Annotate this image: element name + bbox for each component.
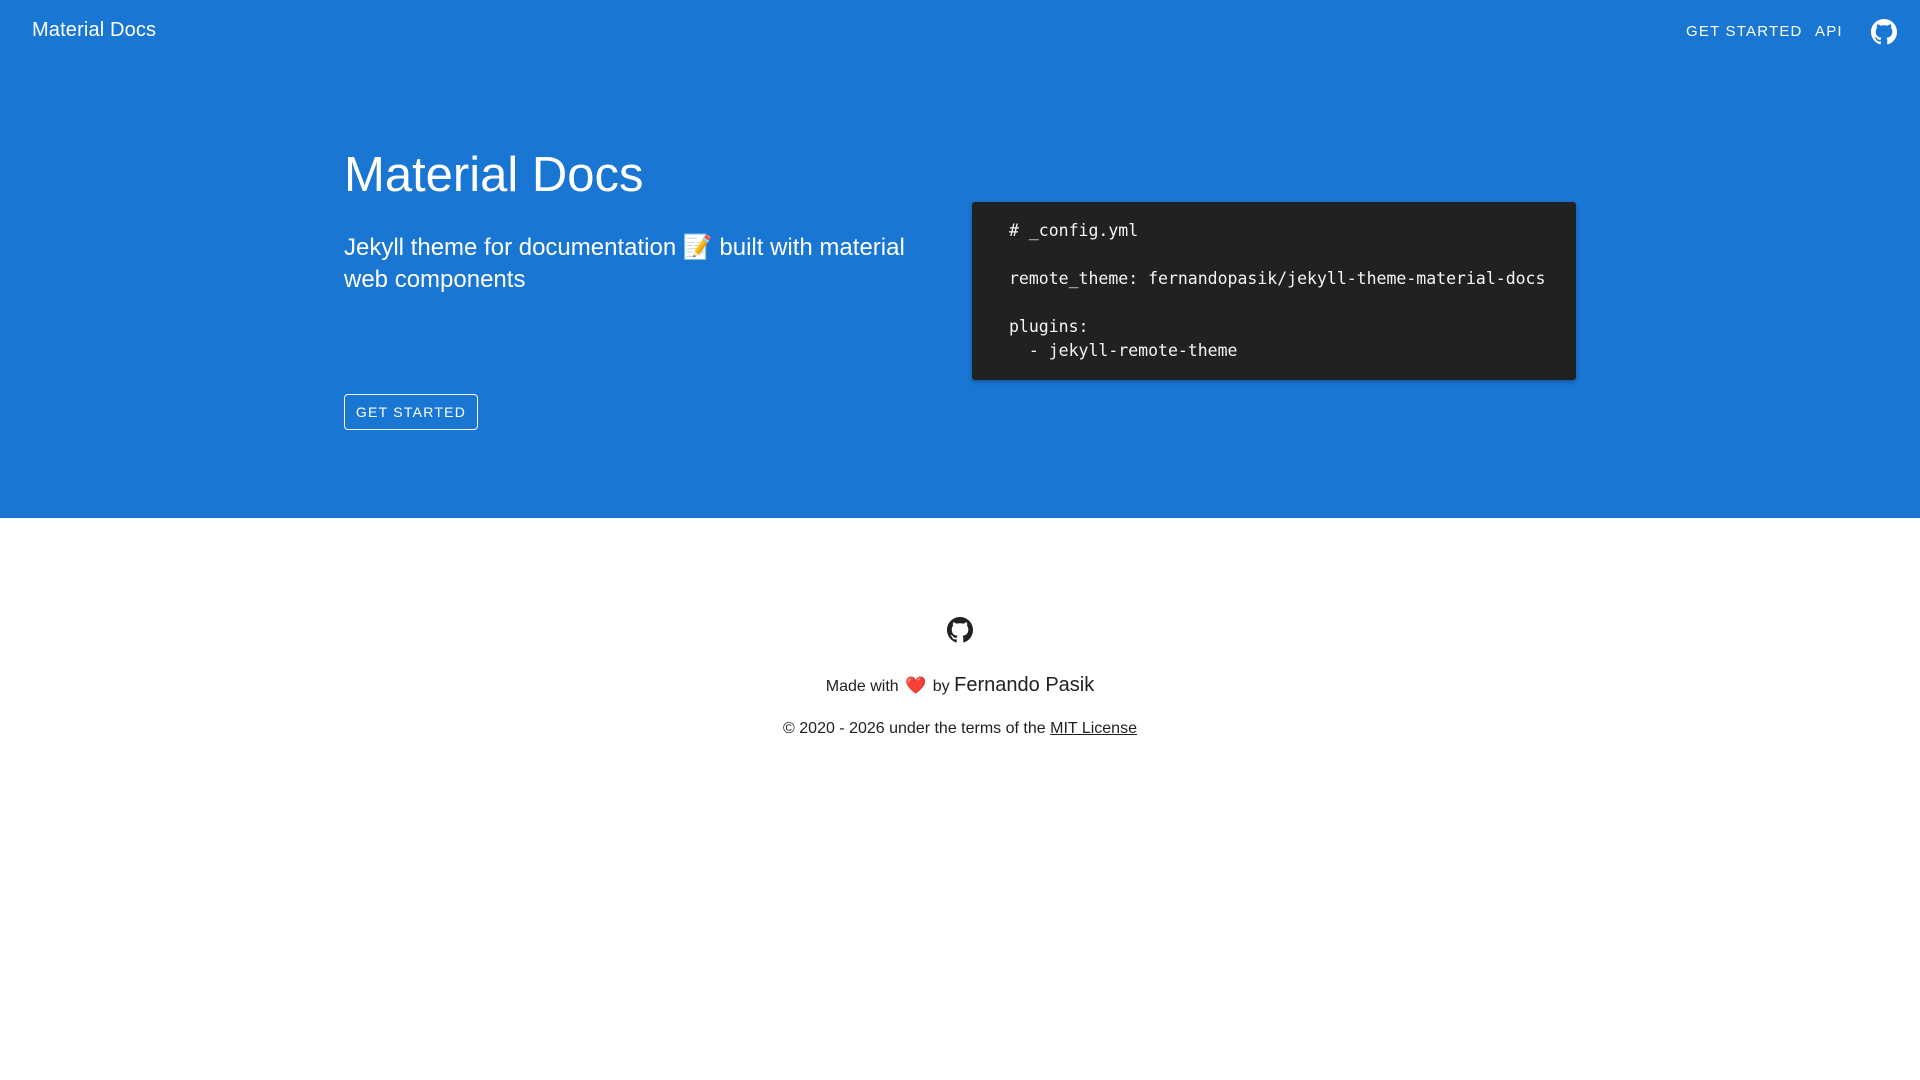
made-with-text: Made with xyxy=(825,678,899,695)
by-text: by xyxy=(932,678,950,695)
hero-title: Material Docs xyxy=(344,148,644,202)
hero-subtitle: Jekyll theme for documentation 📝 built w… xyxy=(344,234,905,293)
copyright-line: © 2020 - 2026 under the terms of the MIT… xyxy=(0,717,1920,741)
code-line: # _config.yml xyxy=(1009,221,1139,240)
config-code-block: # _config.yml remote_theme: fernandopasi… xyxy=(972,202,1576,380)
hero-section: Material Docs GET STARTED API Material D… xyxy=(0,0,1920,518)
nav-get-started-link[interactable]: GET STARTED xyxy=(1686,23,1803,40)
made-with-line: Made with ❤️ by Fernando Pasik xyxy=(0,672,1920,700)
github-icon[interactable] xyxy=(947,617,973,643)
footer: Made with ❤️ by Fernando Pasik © 2020 - … xyxy=(0,518,1920,1080)
brand-title[interactable]: Material Docs xyxy=(32,19,156,42)
get-started-button[interactable]: GET STARTED xyxy=(344,394,478,430)
author-link[interactable]: Fernando Pasik xyxy=(954,674,1094,696)
github-icon[interactable] xyxy=(1871,19,1897,45)
top-app-bar: Material Docs GET STARTED API xyxy=(0,0,1920,64)
code-line: remote_theme: fernandopasik/jekyll-theme… xyxy=(1009,269,1546,288)
code-line: plugins: xyxy=(1009,317,1089,336)
code-line: - jekyll-remote-theme xyxy=(1009,341,1238,360)
heart-icon: ❤️ xyxy=(905,676,927,695)
copyright-text: © 2020 - 2026 under the terms of the xyxy=(783,720,1046,737)
mit-license-link[interactable]: MIT License xyxy=(1050,720,1137,737)
nav-api-link[interactable]: API xyxy=(1815,23,1843,40)
